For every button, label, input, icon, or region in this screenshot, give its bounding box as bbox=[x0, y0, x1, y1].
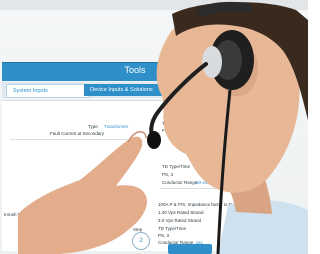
microphone bbox=[147, 131, 161, 149]
headset-silver-ring bbox=[202, 46, 222, 78]
person-with-headset bbox=[18, 1, 308, 254]
hand bbox=[18, 136, 148, 254]
photo-scene: Tools System Inputs Device Inputs & Solu… bbox=[0, 0, 308, 254]
